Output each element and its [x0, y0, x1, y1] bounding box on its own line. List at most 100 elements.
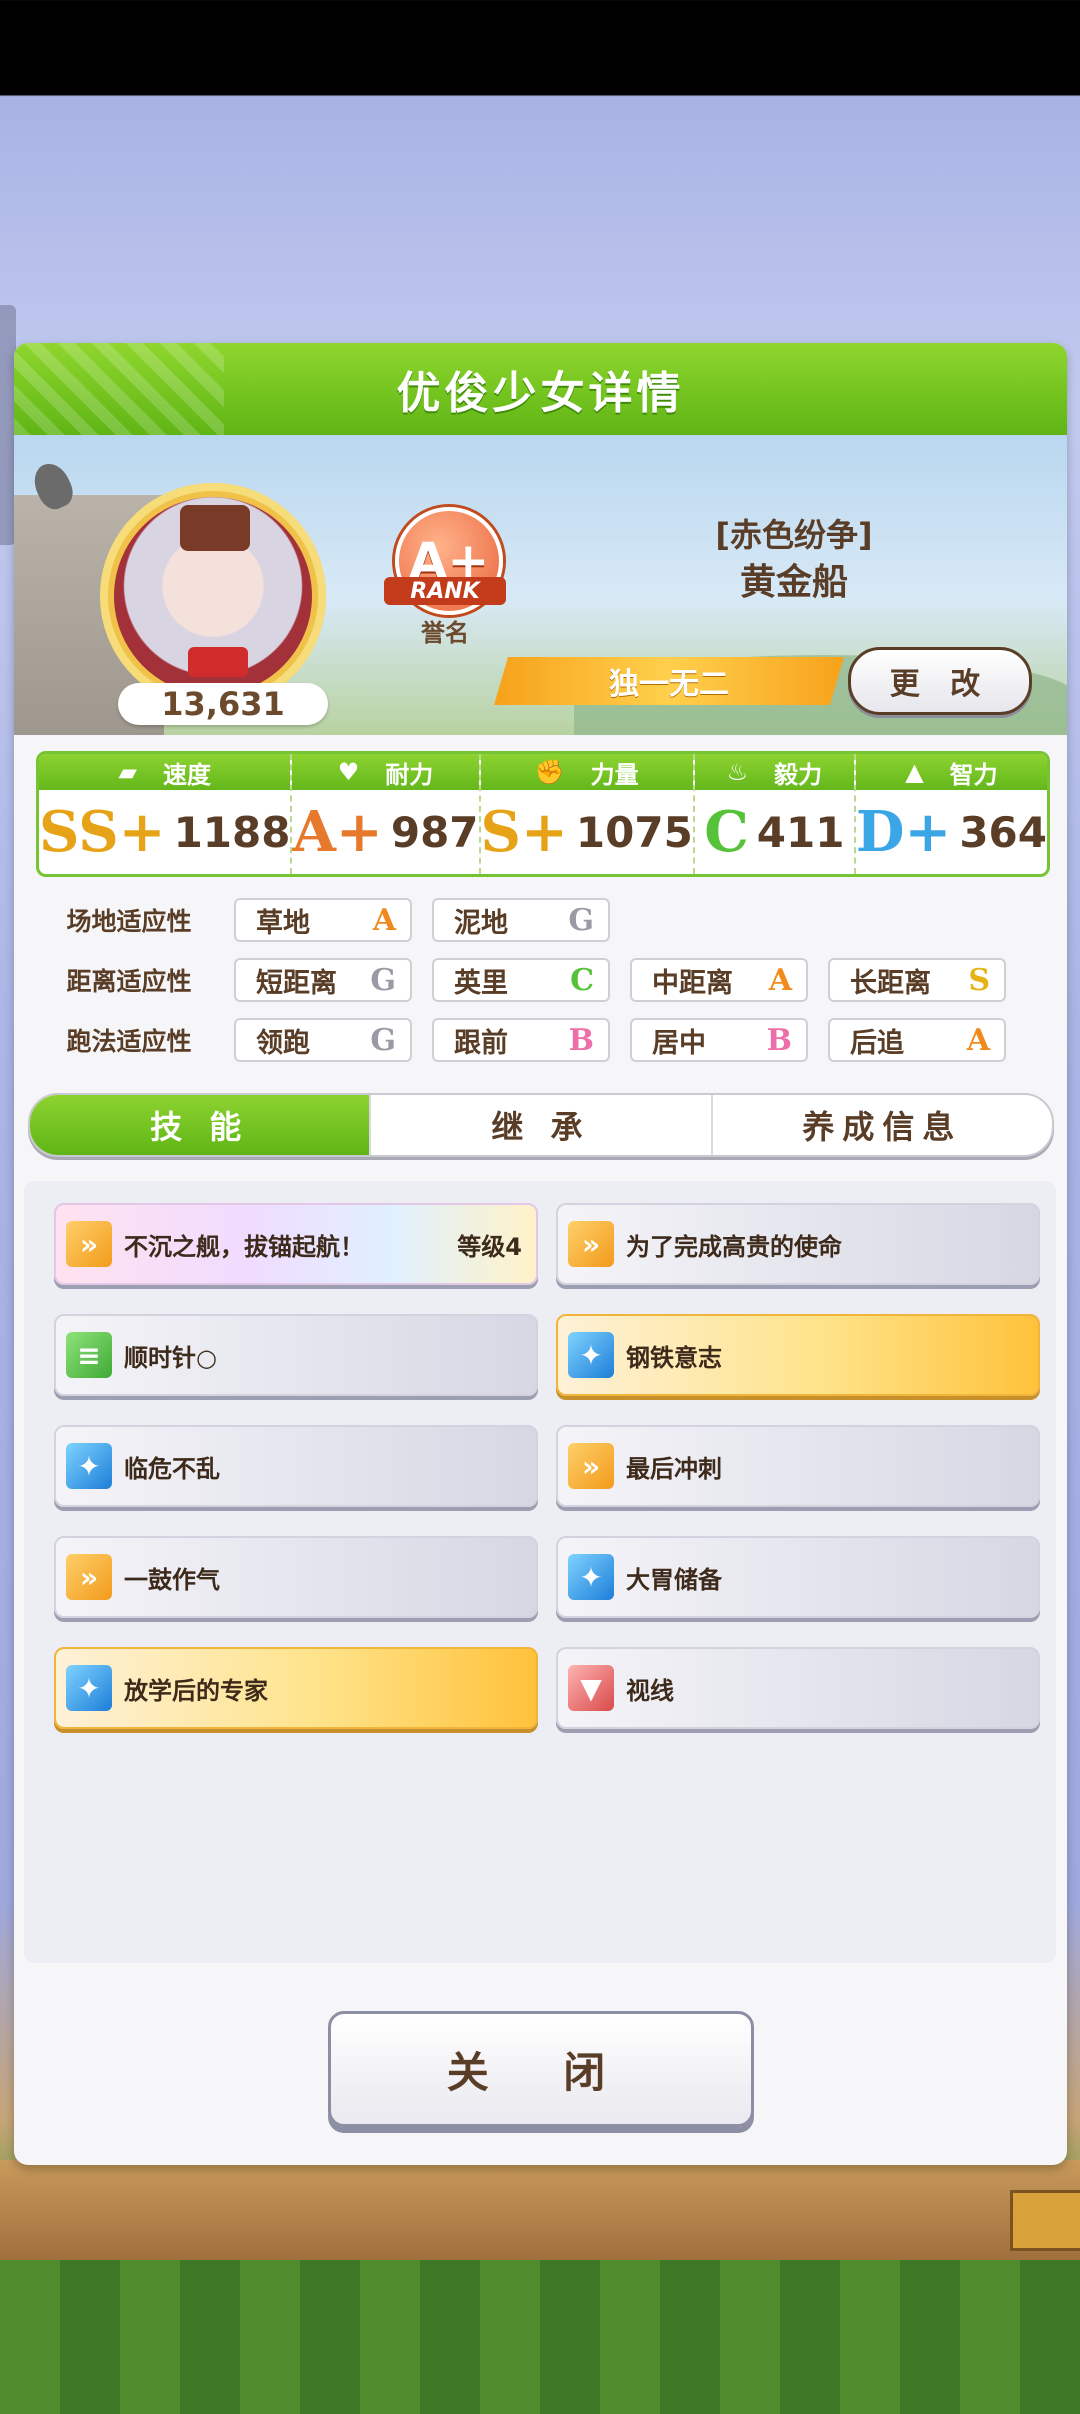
skill-item[interactable]: ✦ 临危不乱 [54, 1425, 538, 1507]
aptitude-pace: 跟前 B [432, 1018, 610, 1062]
aptitude-turf: 草地 A [234, 898, 412, 942]
epithet-banner: 独一无二 [494, 657, 844, 705]
stat-label: 毅力 [774, 760, 823, 789]
running-horse-icon: » [568, 1443, 614, 1489]
skill-item[interactable]: ▼ 视线 [556, 1647, 1040, 1729]
skill-name: 顺时针○ [124, 1343, 217, 1372]
running-horse-icon: » [66, 1554, 112, 1600]
aptitude-end: 后追 A [828, 1018, 1006, 1062]
stat-label: 智力 [949, 760, 998, 789]
stat-column: ♥ 耐力 A+ 987 [292, 754, 481, 874]
stat-header: ♨ 毅力 [694, 754, 854, 790]
sparkle-icon: ✦ [568, 1554, 614, 1600]
skill-item[interactable]: » 最后冲刺 [556, 1425, 1040, 1507]
distance-aptitude-row: 距离适应性 短距离 G 英里 C 中距离 A 长距离 S [44, 956, 1006, 1004]
stat-label: 速度 [162, 760, 211, 789]
stat-label: 耐力 [385, 760, 434, 789]
skill-item[interactable]: » 为了完成高贵的使命 [556, 1203, 1040, 1285]
rank-emblem: A+ RANK [384, 507, 506, 617]
panel-header: 优俊少女详情 [14, 343, 1067, 435]
skill-item[interactable]: ✦ 钢铁意志 [556, 1314, 1040, 1396]
racetrack-background [0, 2160, 1080, 2270]
stat-column: ✊ 力量 S+ 1075 [480, 754, 695, 874]
rail-sign [1010, 2190, 1080, 2251]
stat-header: ▲ 智力 [855, 754, 1047, 790]
style-aptitude-label: 跑法适应性 [66, 1027, 192, 1056]
stat-column: ♨ 毅力 C 411 [694, 754, 856, 874]
stats-table: ▰ 速度 SS+ 1188 ♥ 耐力 A+ 987 ✊ 力量 S+ 1075 ♨ 毅力 C 411 ▲ 智力 D+ 3… [36, 751, 1050, 877]
stat-grade: C [704, 799, 749, 865]
stat-column: ▲ 智力 D+ 364 [855, 754, 1047, 874]
character-portrait[interactable] [114, 497, 312, 695]
stat-header: ✊ 力量 [480, 754, 693, 790]
stat-grade: SS+ [39, 799, 166, 865]
tab-skills[interactable]: 技 能 [30, 1095, 372, 1155]
skill-name: 视线 [626, 1676, 674, 1705]
outfit-title: [赤色纷争] [715, 516, 873, 554]
stat-value: 1188 [173, 807, 291, 857]
style-aptitude-row: 跑法适应性 领跑 G 跟前 B 居中 B 后追 A [44, 1016, 1006, 1064]
grass-background [0, 2260, 1080, 2414]
track-aptitude-label: 场地适应性 [66, 907, 192, 936]
flame-icon: ♨ [726, 758, 749, 786]
aptitude-mile: 英里 C [432, 958, 610, 1002]
profile-banner: 13,631 A+ RANK 誉名 [赤色纷争] 黄金船 独一无二 更 改 [14, 435, 1067, 735]
skill-item[interactable]: » 不沉之舰，拔锚起航！ 等级4 [54, 1203, 538, 1285]
track-aptitude-row: 场地适应性 草地 A 泥地 G [44, 896, 610, 944]
aptitude-front: 领跑 G [234, 1018, 412, 1062]
skill-item[interactable]: ≡ 顺时针○ [54, 1314, 538, 1396]
panel-title: 优俊少女详情 [396, 368, 685, 419]
muscle-icon: ✊ [534, 758, 565, 786]
debuff-horse-icon: ▼ [568, 1665, 614, 1711]
aptitude-medium: 中距离 A [630, 958, 808, 1002]
skill-name: 大胃储备 [626, 1565, 722, 1594]
stat-value: 987 [390, 807, 479, 857]
skill-name: 最后冲刺 [626, 1454, 722, 1483]
aptitude-short: 短距离 G [234, 958, 412, 1002]
umamusume-detail-panel: 优俊少女详情 13,631 A+ RANK 誉名 [赤色纷争] 黄金船 独一无二… [14, 343, 1067, 2165]
skill-item[interactable]: » 一鼓作气 [54, 1536, 538, 1618]
graduation-cap-icon: ▲ [905, 758, 924, 786]
aptitude-long: 长距离 S [828, 958, 1006, 1002]
stat-label: 力量 [590, 760, 639, 789]
stat-column: ▰ 速度 SS+ 1188 [39, 754, 293, 874]
sparkle-icon: ✦ [568, 1332, 614, 1378]
rank-word: RANK [384, 577, 506, 605]
rank-label: 誉名 [421, 619, 469, 647]
skill-name: 一鼓作气 [124, 1565, 220, 1594]
running-horse-icon: » [66, 1221, 112, 1267]
tab-training-info[interactable]: 养成信息 [713, 1095, 1052, 1155]
stat-grade: A+ [292, 799, 383, 865]
character-name: 黄金船 [739, 562, 848, 603]
evaluation-points: 13,631 [118, 683, 328, 725]
skill-name: 放学后的专家 [124, 1676, 268, 1705]
skill-name: 不沉之舰，拔锚起航！ [124, 1232, 364, 1261]
stat-grade: S+ [480, 799, 568, 865]
stat-header: ▰ 速度 [39, 754, 291, 790]
sparkle-icon: ✦ [66, 1443, 112, 1489]
shoe-icon: ▰ [118, 758, 137, 786]
recovery-icon: ≡ [66, 1332, 112, 1378]
stat-value: 364 [959, 807, 1047, 857]
skill-item[interactable]: ✦ 大胃储备 [556, 1536, 1040, 1618]
stat-value: 1075 [575, 807, 693, 857]
skill-name: 临危不乱 [124, 1454, 220, 1483]
close-button[interactable]: 关 闭 [328, 2011, 754, 2127]
skill-item[interactable]: ✦ 放学后的专家 [54, 1647, 538, 1729]
heart-icon: ♥ [337, 758, 360, 786]
skill-level: 等级4 [457, 1232, 522, 1261]
running-horse-icon: » [568, 1221, 614, 1267]
tab-inheritance[interactable]: 继 承 [371, 1095, 713, 1155]
detail-tabs: 技 能 继 承 养成信息 [28, 1093, 1054, 1157]
skill-name: 为了完成高贵的使命 [626, 1232, 842, 1261]
distance-aptitude-label: 距离适应性 [66, 967, 192, 996]
skill-name: 钢铁意志 [626, 1343, 722, 1372]
skills-list: » 不沉之舰，拔锚起航！ 等级4 » 为了完成高贵的使命 ≡ 顺时针○ ✦ 钢铁意志 ✦ 临危不乱 »… [24, 1181, 1056, 1963]
stat-header: ♥ 耐力 [292, 754, 479, 790]
sparkle-icon: ✦ [66, 1665, 112, 1711]
aptitude-late: 居中 B [630, 1018, 808, 1062]
stat-value: 411 [756, 807, 845, 857]
stat-grade: D+ [855, 799, 952, 865]
change-epithet-button[interactable]: 更 改 [848, 647, 1032, 715]
aptitude-dirt: 泥地 G [432, 898, 610, 942]
